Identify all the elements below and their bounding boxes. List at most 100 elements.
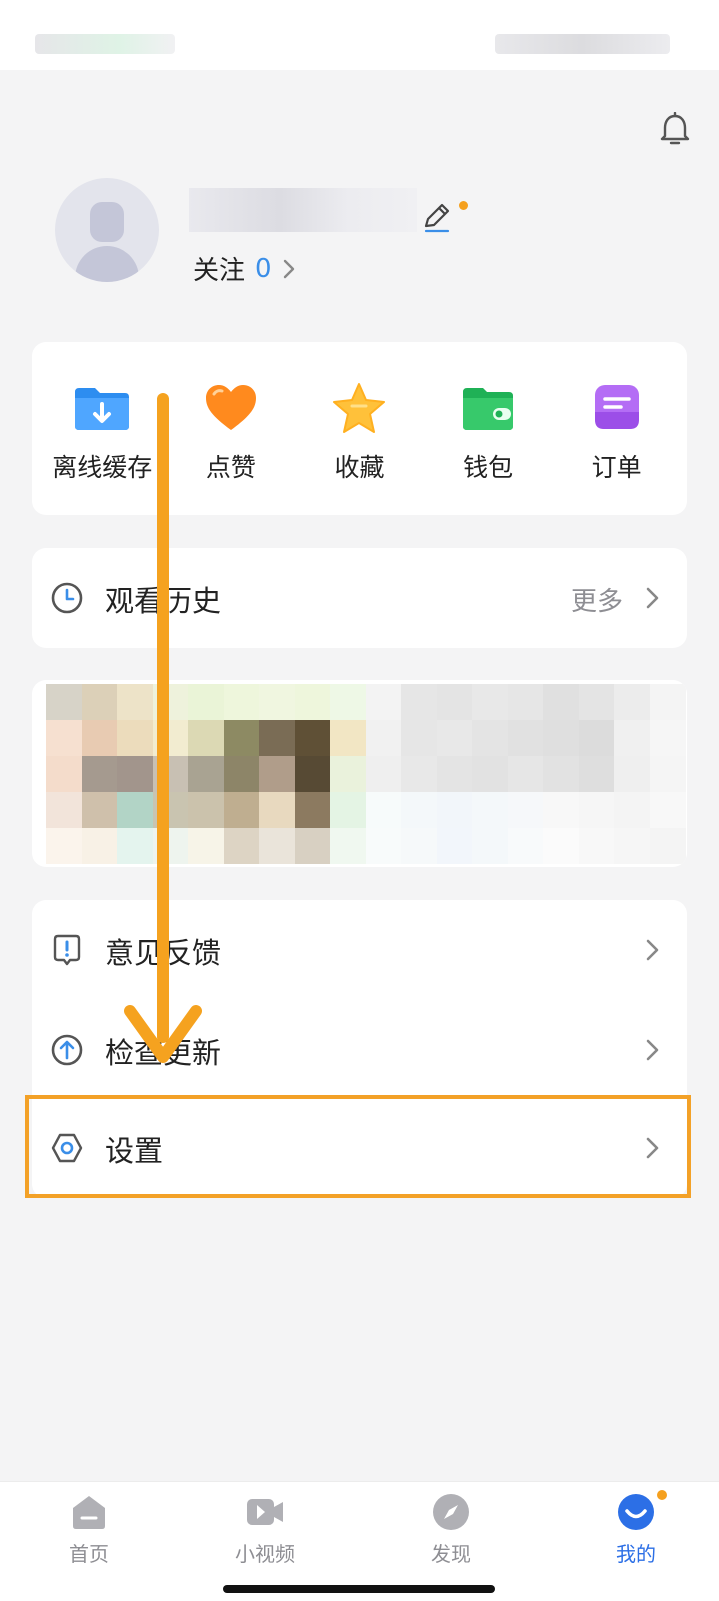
mosaic-cell [472,792,508,828]
quick-action-offline-cache[interactable]: 离线缓存 [42,342,162,484]
mosaic-cell [365,720,402,756]
tab-label: 我的 [616,1542,656,1566]
mosaic-cell [117,792,153,828]
quick-action-label: 订单 [591,453,642,482]
menu-item-feedback[interactable]: 意见反馈 [32,900,687,1000]
bell-icon[interactable] [658,112,692,148]
me-icon [618,1494,654,1530]
mosaic-cell [543,756,579,792]
avatar-head-shape [90,202,124,242]
avatar[interactable] [55,178,159,282]
mosaic-cell [365,756,402,792]
tab-label: 发现 [431,1542,471,1566]
mosaic-cell [507,756,544,792]
mosaic-cell [578,720,615,756]
mosaic-cell [436,684,473,720]
mosaic-cell [188,828,224,864]
mosaic-cell [614,720,650,756]
mosaic-cell [259,828,295,864]
home-indicator [223,1585,495,1593]
mosaic-cell [81,720,118,756]
chevron-right-icon [646,1039,659,1061]
mosaic-cell [330,720,366,756]
mosaic-cell [649,756,686,792]
guide-arrow-shaft [157,393,169,1043]
mosaic-cell [259,684,295,720]
mosaic-cell [472,720,508,756]
tab-short-video[interactable]: 小视频 [205,1492,325,1567]
mosaic-cell [436,720,473,756]
quick-action-favorites[interactable]: 收藏 [299,342,419,484]
quick-action-orders[interactable]: 订单 [557,342,677,484]
mosaic-cell [401,828,437,864]
mosaic-cell [46,720,82,756]
mosaic-cell [330,792,366,828]
mosaic-cell [223,684,260,720]
mosaic-cell [507,684,544,720]
mosaic-cell [472,756,508,792]
mosaic-cell [46,792,82,828]
tab-discover[interactable]: 发现 [391,1492,511,1567]
history-thumbnails-blurred[interactable] [32,680,687,867]
status-bar [0,0,719,70]
mosaic-cell [472,828,508,864]
mosaic-cell [188,756,224,792]
follow-link[interactable]: 关注 0 [193,250,296,287]
mosaic-cell [649,828,686,864]
watch-history-row[interactable]: 观看历史 更多 [32,548,687,648]
mosaic-cell [330,828,366,864]
status-bar-left-blur [35,34,175,54]
download-folder-icon [75,388,130,430]
mosaic-cell [259,720,295,756]
mosaic-cell [507,720,544,756]
mosaic-cell [330,684,366,720]
guide-arrow-head-icon [124,1005,202,1063]
tab-me[interactable]: 我的 [576,1490,696,1567]
mosaic-cell [543,792,579,828]
mosaic-cell [365,684,402,720]
mosaic-cell [259,792,295,828]
video-icon [247,1499,283,1525]
home-icon [73,1496,105,1529]
tab-label: 首页 [69,1542,109,1566]
mosaic-cell [188,792,224,828]
mosaic-cell [294,828,331,864]
wallet-icon [463,388,514,430]
quick-action-likes[interactable]: 点赞 [171,342,291,484]
mosaic-cell [578,792,615,828]
follow-count: 0 [255,253,272,284]
mosaic-cell [188,684,224,720]
mosaic-cell [614,828,650,864]
mosaic-cell [507,792,544,828]
chevron-right-icon [646,939,659,961]
mosaic-cell [401,792,437,828]
mosaic-cell [259,756,295,792]
mosaic-cell [81,756,118,792]
mosaic-cell [223,792,260,828]
mosaic-cell [81,684,118,720]
mosaic-cell [543,684,579,720]
mosaic-cell [543,720,579,756]
username-blurred [189,188,417,232]
update-icon [51,1034,83,1066]
mosaic-cell [46,684,82,720]
more-label: 更多 [570,587,623,617]
tab-me-badge-dot [657,1490,667,1500]
mosaic-cell [365,828,402,864]
mosaic-cell [649,684,686,720]
mosaic-cell [117,684,153,720]
mosaic-cell [223,720,260,756]
quick-action-label: 钱包 [463,453,514,482]
mosaic-cell [614,756,650,792]
mosaic-cell [117,828,153,864]
edit-pencil-icon[interactable] [420,200,454,234]
mosaic-cell [365,792,402,828]
quick-action-wallet[interactable]: 钱包 [428,342,548,484]
quick-action-label: 收藏 [334,453,385,482]
tab-home[interactable]: 首页 [29,1492,149,1567]
mosaic-cell [223,756,260,792]
mosaic-cell [472,684,508,720]
compass-icon [433,1494,469,1530]
bottom-tab-bar: 首页 小视频 发现 我的 [0,1481,719,1601]
mosaic-cell [436,756,473,792]
